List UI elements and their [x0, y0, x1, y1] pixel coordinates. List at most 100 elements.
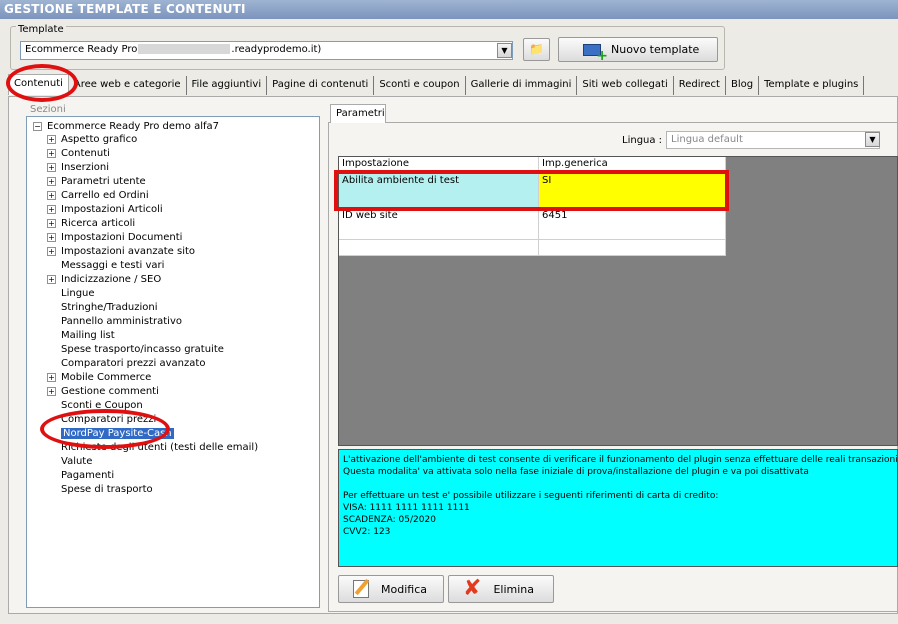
modify-button[interactable]: Modifica — [338, 575, 444, 603]
tree-item-label: Gestione commenti — [61, 386, 159, 397]
tree-item[interactable]: Stringhe/Traduzioni — [61, 302, 158, 313]
table-cell-value[interactable]: 6451 — [539, 209, 726, 240]
template-select-value-end: .readyprodemo.it) — [231, 44, 322, 55]
tree-item-label: Pagamenti — [61, 470, 115, 481]
tree-item[interactable]: Comparatori prezzi avanzato — [61, 358, 205, 369]
new-template-label: Nuovo template — [611, 43, 700, 56]
tree-item-label: Messaggi e testi vari — [61, 260, 165, 271]
tree-item[interactable]: Messaggi e testi vari — [61, 260, 164, 271]
expand-icon[interactable]: + — [47, 134, 56, 144]
tab-file-aggiuntivi[interactable]: File aggiuntivi — [187, 76, 268, 95]
tree-item[interactable]: + Ricerca articoli — [47, 218, 135, 229]
tree-item-label: Stringhe/Traduzioni — [61, 302, 158, 313]
highlight-ring-tab — [6, 64, 78, 102]
tree-item-label: Mobile Commerce — [61, 372, 152, 383]
expand-icon[interactable]: + — [47, 232, 56, 242]
info-line — [343, 478, 893, 490]
tree-item[interactable]: + Aspetto grafico — [47, 134, 137, 145]
template-label: Template — [16, 24, 66, 35]
tree-item[interactable]: Valute — [61, 456, 92, 467]
tree-item[interactable]: + Parametri utente — [47, 176, 146, 187]
tree-item[interactable]: Spese trasporto/incasso gratuite — [61, 344, 224, 355]
tree-item-label: Lingue — [61, 288, 95, 299]
tree-item-label: Comparatori prezzi avanzato — [61, 358, 206, 369]
tree-item-label: Ricerca articoli — [61, 218, 136, 229]
tree-item-label: Indicizzazione / SEO — [61, 274, 162, 285]
tree-item[interactable]: + Inserzioni — [47, 162, 109, 173]
tree-root[interactable]: − Ecommerce Ready Pro demo alfa7 — [33, 121, 219, 132]
tree-item-label: Contenuti — [61, 148, 110, 159]
chevron-down-icon[interactable]: ▼ — [865, 132, 880, 147]
expand-icon[interactable]: + — [47, 204, 56, 214]
tree-item[interactable]: + Impostazioni avanzate sito — [47, 246, 195, 257]
tab-blog[interactable]: Blog — [726, 76, 760, 95]
tree-item-label: Parametri utente — [61, 176, 146, 187]
tree-item-label: Valute — [61, 456, 93, 467]
redacted-text — [138, 44, 231, 54]
chevron-down-icon[interactable]: ▼ — [497, 43, 512, 58]
expand-icon[interactable]: + — [47, 162, 56, 172]
tree-item-label: Spese di trasporto — [61, 484, 153, 495]
info-line: VISA: 1111 1111 1111 1111 — [343, 503, 470, 513]
expand-icon[interactable]: + — [47, 148, 56, 158]
expand-icon[interactable]: + — [47, 190, 56, 200]
tab-pagine-contenuti[interactable]: Pagine di contenuti — [267, 76, 375, 95]
edit-icon — [353, 580, 369, 598]
tree-item-label: Impostazioni avanzate sito — [61, 246, 196, 257]
table-cell-setting[interactable] — [339, 240, 539, 256]
tab-redirect[interactable]: Redirect — [674, 76, 726, 95]
main-tabs: Contenuti Aree web e categorie File aggi… — [8, 74, 865, 96]
tree-root-label: Ecommerce Ready Pro demo alfa7 — [47, 121, 220, 132]
tree-item-label: Inserzioni — [61, 162, 110, 173]
new-template-button[interactable]: + Nuovo template — [558, 37, 718, 63]
tree-item[interactable]: + Indicizzazione / SEO — [47, 274, 161, 285]
tab-aree-web[interactable]: Aree web e categorie — [69, 76, 187, 95]
info-box: L'attivazione dell'ambiente di test cons… — [338, 449, 898, 567]
tree-item[interactable]: Mailing list — [61, 330, 115, 341]
tree-item-label: Carrello ed Ordini — [61, 190, 149, 201]
modify-label: Modifica — [381, 582, 427, 596]
language-select[interactable]: Lingua default — [666, 131, 880, 149]
tree-item[interactable]: Spese di trasporto — [61, 484, 153, 495]
tab-sconti-coupon[interactable]: Sconti e coupon — [374, 76, 466, 95]
tree-item-label: Mailing list — [61, 330, 115, 341]
highlight-rect-row — [334, 170, 729, 211]
tree-item[interactable]: + Contenuti — [47, 148, 110, 159]
expand-icon[interactable]: + — [47, 274, 56, 284]
tab-template-plugins[interactable]: Template e plugins — [759, 76, 865, 95]
template-select-value-start: Ecommerce Ready Pro — [25, 44, 138, 55]
tree-item-label: Impostazioni Articoli — [61, 204, 163, 215]
tree-item[interactable]: Pannello amministrativo — [61, 316, 182, 327]
template-select[interactable]: Ecommerce Ready Pro .readyprodemo.it) — [20, 41, 513, 60]
info-line: SCADENZA: 05/2020 — [343, 515, 436, 525]
sections-label: Sezioni — [30, 104, 66, 115]
tree-item[interactable]: + Carrello ed Ordini — [47, 190, 149, 201]
tree-item[interactable]: + Impostazioni Documenti — [47, 232, 182, 243]
expand-icon[interactable]: + — [47, 246, 56, 256]
tab-parametri[interactable]: Parametri — [330, 104, 386, 123]
info-line: Per effettuare un test e' possibile util… — [343, 491, 719, 501]
collapse-icon[interactable]: − — [33, 121, 42, 131]
expand-icon[interactable]: + — [47, 372, 56, 382]
open-folder-button[interactable]: 📁 — [523, 38, 550, 61]
tab-siti-web[interactable]: Siti web collegati — [577, 76, 674, 95]
table-cell-setting[interactable]: ID web site — [339, 209, 539, 240]
info-line: CVV2: 123 — [343, 527, 391, 537]
highlight-ring-tree-item — [40, 409, 170, 449]
folder-icon: 📁 — [529, 42, 544, 56]
tab-gallerie[interactable]: Gallerie di immagini — [466, 76, 578, 95]
expand-icon[interactable]: + — [47, 218, 56, 228]
delete-label: Elimina — [493, 582, 534, 596]
tree-item[interactable]: + Mobile Commerce — [47, 372, 151, 383]
delete-button[interactable]: ✘ Elimina — [448, 575, 554, 603]
tree-item[interactable]: + Gestione commenti — [47, 386, 159, 397]
expand-icon[interactable]: + — [47, 386, 56, 396]
delete-icon: ✘ — [463, 576, 482, 601]
expand-icon[interactable]: + — [47, 176, 56, 186]
info-line: L'attivazione dell'ambiente di test cons… — [343, 455, 898, 465]
table-cell-value[interactable] — [539, 240, 726, 256]
info-line: Questa modalita' va attivata solo nella … — [343, 467, 809, 477]
tree-item[interactable]: Pagamenti — [61, 470, 114, 481]
tree-item[interactable]: Lingue — [61, 288, 95, 299]
tree-item[interactable]: + Impostazioni Articoli — [47, 204, 163, 215]
